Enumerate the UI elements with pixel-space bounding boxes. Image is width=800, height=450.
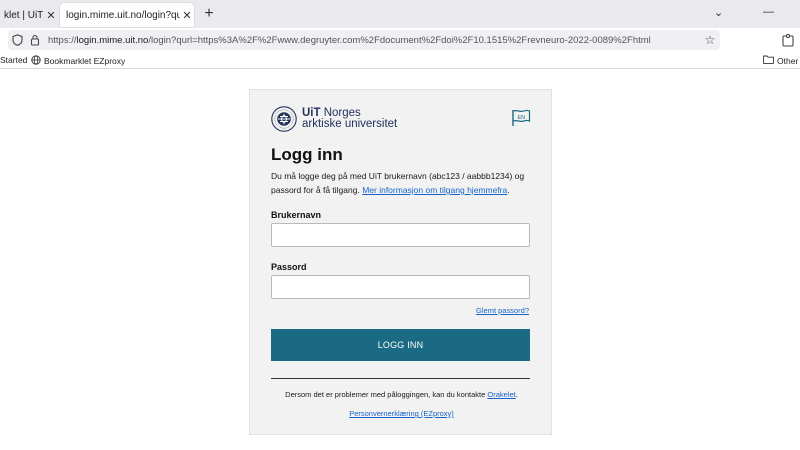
divider <box>271 378 530 379</box>
uit-logo[interactable]: UiT Norges arktiske universitet <box>271 106 397 132</box>
url-host: login.mime.uit.no <box>76 34 149 46</box>
browser-nav-bar: https://login.mime.uit.no/login?qurl=htt… <box>0 28 800 52</box>
flag-icon: EN <box>512 109 531 126</box>
bookmark-getting-started[interactable]: Started <box>0 55 27 65</box>
minimize-icon[interactable]: — <box>763 6 774 18</box>
url-bar[interactable]: https://login.mime.uit.no/login?qurl=htt… <box>8 30 720 50</box>
orakelet-link[interactable]: Orakelet <box>487 390 515 399</box>
tab-login[interactable]: login.mime.uit.no/login?qurl=https: ✕ <box>60 3 194 27</box>
url-text[interactable]: https://login.mime.uit.no/login?qurl=htt… <box>48 35 700 46</box>
bookmark-star-icon[interactable]: ☆ <box>700 33 720 47</box>
tab-bookmarklet[interactable]: klet | UiT ✕ <box>0 3 58 27</box>
bookmark-label: Other B <box>777 55 800 66</box>
extension-icon[interactable] <box>782 33 796 47</box>
page-title: Logg inn <box>271 145 343 164</box>
other-bookmarks[interactable]: Other B <box>763 55 800 66</box>
privacy-policy-link[interactable]: Personvernerklæring (EZproxy) <box>250 409 553 418</box>
tab-title: klet | UiT <box>4 9 44 21</box>
username-label: Brukernavn <box>271 210 322 220</box>
globe-icon <box>31 55 41 67</box>
bookmark-ezproxy[interactable]: Bookmarklet EZproxy <box>31 55 125 67</box>
tab-title: login.mime.uit.no/login?qurl=https: <box>66 9 180 21</box>
tab-close-icon[interactable]: ✕ <box>180 9 194 22</box>
forgot-password-link[interactable]: Glemt passord? <box>476 306 529 315</box>
info-text: Du må logge deg på med UiT brukernavn (a… <box>271 169 535 197</box>
password-field[interactable] <box>271 275 530 299</box>
login-card: UiT Norges arktiske universitet EN Logg … <box>249 89 552 435</box>
login-button[interactable]: LOGG INN <box>271 329 530 361</box>
logo-wordmark: UiT Norges arktiske universitet <box>302 107 398 130</box>
lang-label: EN <box>517 115 525 121</box>
support-end: . <box>515 390 518 399</box>
shield-icon[interactable] <box>8 34 26 46</box>
username-field[interactable] <box>271 223 530 247</box>
list-tabs-chevron-icon[interactable]: ⌄ <box>714 6 723 19</box>
url-scheme: https:// <box>48 34 77 46</box>
tab-close-icon[interactable]: ✕ <box>44 9 58 22</box>
language-toggle-button[interactable]: EN <box>511 109 531 127</box>
password-label: Passord <box>271 262 307 272</box>
lock-icon[interactable] <box>26 34 44 46</box>
url-path: /login?qurl=https%3A%2F%2Fwww.degruyter.… <box>148 34 651 46</box>
support-text: Dersom det er problemer med påloggingen,… <box>250 390 553 399</box>
browser-tab-bar: klet | UiT ✕ login.mime.uit.no/login?qur… <box>0 0 800 28</box>
uit-seal-logo <box>271 106 297 132</box>
access-info-link[interactable]: Mer informasjon om tilgang hjemmefra <box>362 185 507 195</box>
folder-icon <box>763 55 774 66</box>
bookmark-label: Bookmarklet EZproxy <box>44 56 126 66</box>
support-body: Dersom det er problemer med påloggingen,… <box>285 390 488 399</box>
info-end: . <box>507 185 510 195</box>
logo-subtitle: arktiske universitet <box>302 118 398 130</box>
new-tab-button[interactable]: + <box>201 5 217 23</box>
bookmarks-bar: Started Bookmarklet EZproxy Other B <box>0 52 800 69</box>
